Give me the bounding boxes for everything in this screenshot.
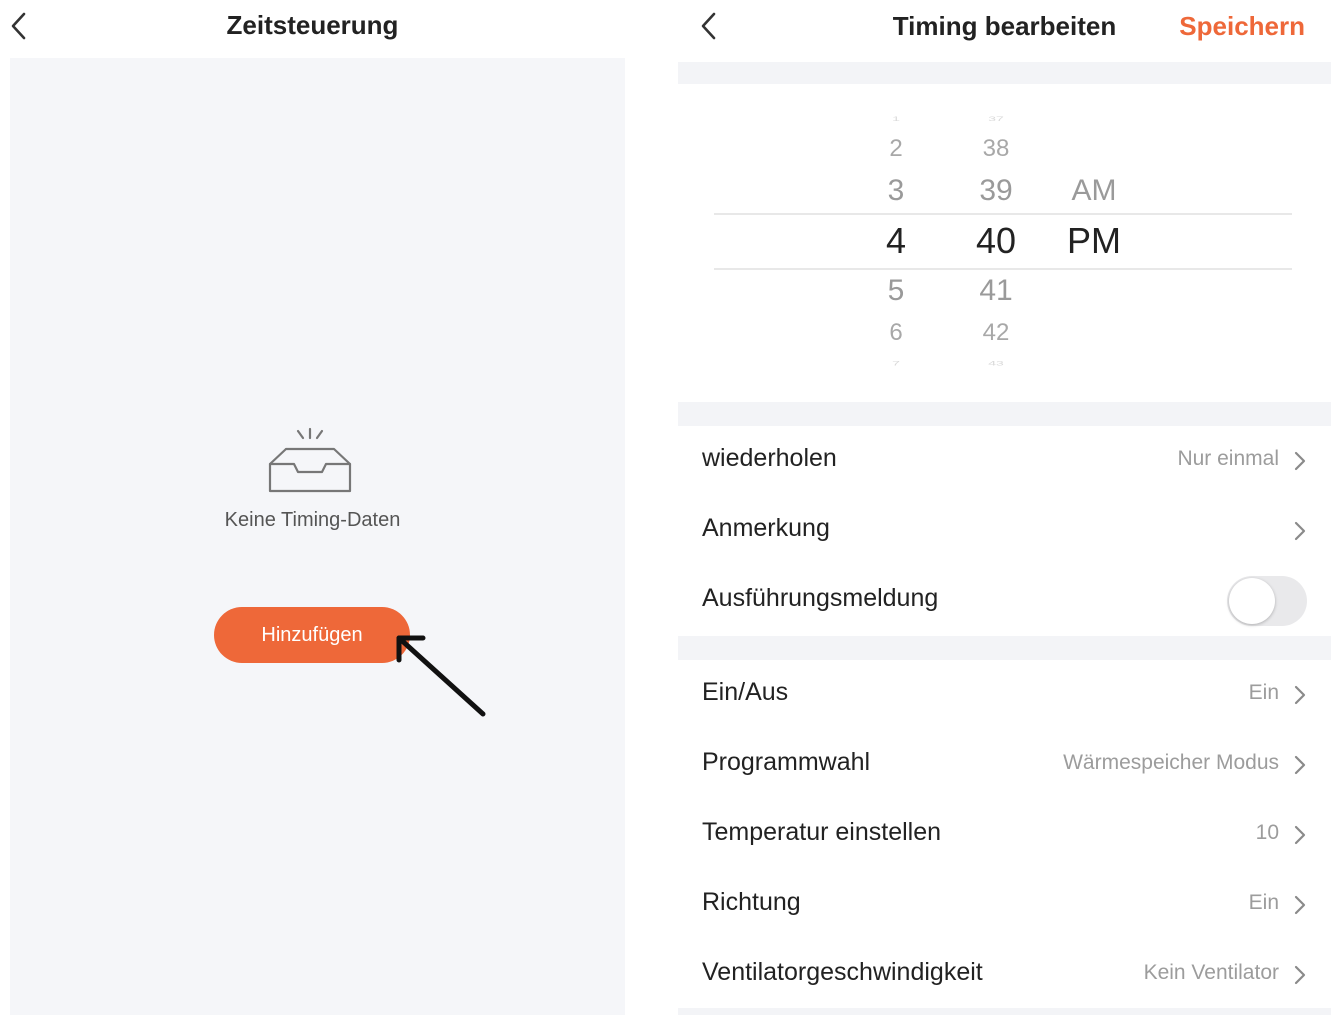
setting-label: Temperatur einstellen — [702, 818, 942, 846]
section-divider — [678, 636, 1331, 660]
page-title: Zeitsteuerung — [226, 10, 399, 40]
setting-value: Wärmespeicher Modus — [1063, 751, 1279, 774]
section-divider — [678, 62, 1331, 84]
setting-row-ausfuehrungsmeldung[interactable]: Ausführungsmeldung — [678, 566, 1331, 636]
setting-row-temperatur-einstellen[interactable]: Temperatur einstellen 10 — [678, 800, 1331, 870]
setting-label: wiederholen — [702, 444, 837, 472]
period-option[interactable]: AM — [1054, 176, 1134, 206]
hour-option-selected[interactable]: 4 — [866, 223, 926, 259]
setting-row-ein-aus[interactable]: Ein/Aus Ein — [678, 660, 1331, 730]
time-picker[interactable]: 1 2 3 4 5 6 7 37 38 39 40 41 42 43 AM PM — [678, 84, 1331, 402]
setting-value: Nur einmal — [1177, 447, 1279, 470]
edit-timing-screen: Timing bearbeiten Speichern 1 2 3 4 5 6 7 37 38… — [678, 0, 1331, 1015]
period-option-selected[interactable]: PM — [1054, 223, 1134, 259]
setting-row-wiederholen[interactable]: wiederholen Nur einmal — [678, 426, 1331, 496]
hour-wheel[interactable]: 1 2 3 4 5 6 7 — [866, 84, 926, 402]
minute-option[interactable]: 43 — [966, 360, 1026, 366]
chevron-right-icon — [1294, 755, 1306, 775]
nav-bar: Timing bearbeiten Speichern — [678, 0, 1331, 62]
empty-inbox-icon — [268, 427, 352, 493]
hour-option[interactable]: 6 — [866, 321, 926, 345]
toggle-knob — [1229, 578, 1275, 624]
chevron-right-icon — [1294, 521, 1306, 541]
minute-wheel[interactable]: 37 38 39 40 41 42 43 — [966, 84, 1026, 402]
setting-label: Richtung — [702, 888, 801, 916]
section-divider — [678, 1008, 1331, 1015]
chevron-right-icon — [1294, 825, 1306, 845]
setting-label: Programmwahl — [702, 748, 871, 776]
setting-label: Ein/Aus — [702, 678, 789, 706]
setting-label: Ventilatorgeschwindigkeit — [702, 958, 983, 986]
minute-option[interactable]: 42 — [966, 321, 1026, 345]
empty-state-text: Keine Timing-Daten — [224, 509, 401, 531]
hour-option[interactable]: 5 — [866, 276, 926, 306]
minute-option[interactable]: 39 — [966, 176, 1026, 206]
add-button[interactable]: Hinzufügen — [214, 607, 410, 663]
nav-bar: Zeitsteuerung — [0, 0, 640, 58]
minute-option[interactable]: 41 — [966, 276, 1026, 306]
chevron-right-icon — [1294, 685, 1306, 705]
chevron-right-icon — [1294, 451, 1306, 471]
setting-value: Ein — [1248, 891, 1279, 914]
setting-row-anmerkung[interactable]: Anmerkung — [678, 496, 1331, 566]
setting-value: Kein Ventilator — [1143, 961, 1279, 984]
schedule-list-screen: Zeitsteuerung Keine Timing-Daten Hinzufü… — [0, 0, 640, 1015]
setting-value: Ein — [1248, 681, 1279, 704]
setting-row-programmwahl[interactable]: Programmwahl Wärmespeicher Modus — [678, 730, 1331, 800]
hour-option[interactable]: 3 — [866, 176, 926, 206]
setting-label: Ausführungsmeldung — [702, 584, 939, 612]
pointer-arrow-icon — [396, 635, 486, 717]
minute-option[interactable]: 37 — [966, 116, 1026, 122]
chevron-right-icon — [1294, 965, 1306, 985]
setting-label: Anmerkung — [702, 514, 830, 542]
notification-toggle[interactable] — [1227, 576, 1307, 626]
section-divider — [678, 402, 1331, 426]
hour-option[interactable]: 7 — [866, 360, 926, 366]
setting-row-richtung[interactable]: Richtung Ein — [678, 870, 1331, 940]
save-button[interactable]: Speichern — [1179, 11, 1305, 42]
period-wheel[interactable]: AM PM — [1054, 84, 1134, 402]
minute-option[interactable]: 38 — [966, 137, 1026, 161]
minute-option-selected[interactable]: 40 — [966, 223, 1026, 259]
empty-state-area — [10, 58, 625, 1015]
chevron-right-icon — [1294, 895, 1306, 915]
setting-row-ventilatorgeschwindigkeit[interactable]: Ventilatorgeschwindigkeit Kein Ventilator — [678, 940, 1331, 1010]
hour-option[interactable]: 1 — [866, 116, 926, 122]
hour-option[interactable]: 2 — [866, 137, 926, 161]
setting-value: 10 — [1255, 821, 1279, 844]
